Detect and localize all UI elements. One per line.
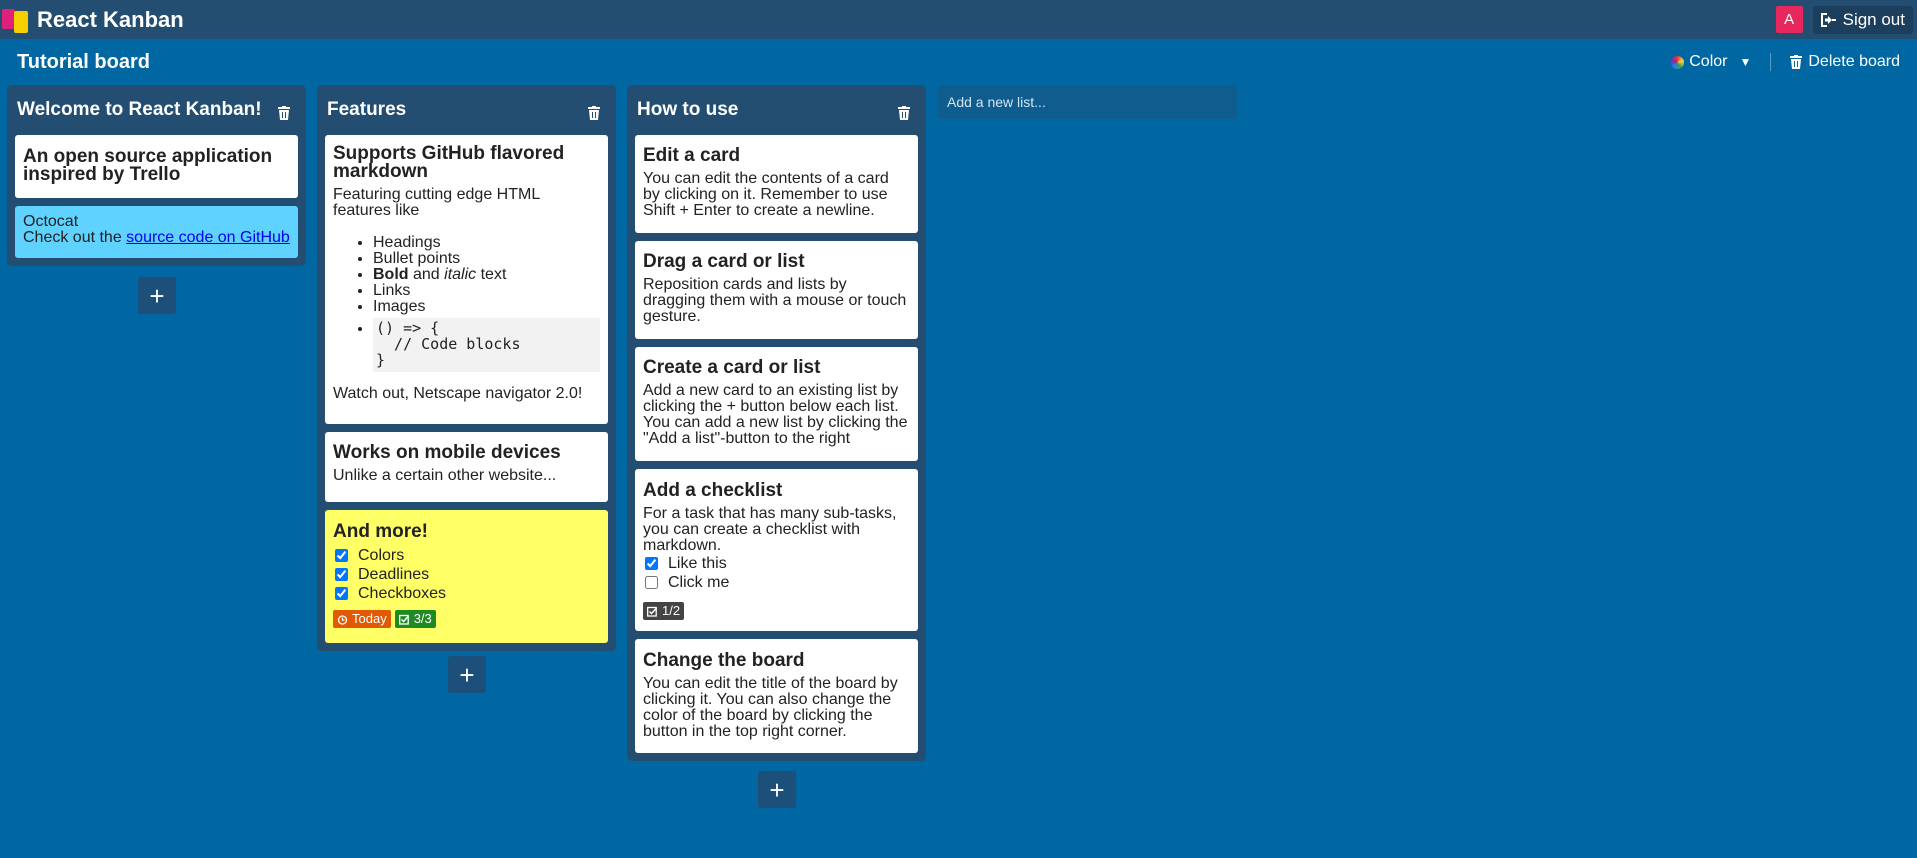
brand[interactable]: React Kanban <box>0 0 184 39</box>
italic-text: italic <box>444 266 477 283</box>
card[interactable]: And more! Colors Deadlines Checkboxes To… <box>325 510 608 643</box>
github-link[interactable]: source code on GitHub <box>126 229 290 246</box>
sign-out-label: Sign out <box>1842 9 1905 29</box>
checklist-label: Colors <box>358 546 405 564</box>
card-text: You can edit the contents of a card by c… <box>643 170 889 219</box>
card-title: Works on mobile devices <box>333 442 561 463</box>
checklist-label: Click me <box>668 573 730 591</box>
card-text: Add a new card to an existing list by cl… <box>643 382 908 447</box>
delete-board-label: Delete board <box>1808 53 1900 70</box>
list-title[interactable]: Features <box>327 99 406 121</box>
progress-label: 3/3 <box>413 611 432 626</box>
trash-icon <box>1790 55 1803 69</box>
card-text: Unlike a certain other website... <box>333 467 557 484</box>
list-item: Images <box>373 299 600 315</box>
checkbox[interactable] <box>335 549 348 562</box>
card-text: You can edit the title of the board by c… <box>643 675 898 740</box>
divider <box>1770 53 1772 71</box>
card-title: Change the board <box>643 650 805 671</box>
list-welcome[interactable]: Welcome to React Kanban! An open source … <box>7 85 306 266</box>
due-date-badge: Today <box>333 610 391 628</box>
color-wheel-icon <box>1671 55 1685 69</box>
checkbox-icon <box>647 606 658 617</box>
delete-list-icon[interactable] <box>896 105 912 121</box>
checklist-item[interactable]: Like this <box>643 554 910 573</box>
checkbox[interactable] <box>645 557 658 570</box>
progress-label: 1/2 <box>662 603 681 618</box>
app-title[interactable]: React Kanban <box>37 7 184 33</box>
card[interactable]: Supports GitHub flavored markdown Featur… <box>325 135 608 424</box>
checklist-progress-badge: 3/3 <box>394 610 436 628</box>
board-header: Tutorial board Color ▼ Delete board <box>0 39 1917 85</box>
card-title: Add a checklist <box>643 480 783 501</box>
list-features[interactable]: Features Supports GitHub flavored markdo… <box>317 85 616 651</box>
top-bar: React Kanban A Sign out <box>0 0 1917 39</box>
card-title: An open source application inspired by T… <box>23 146 273 185</box>
checklist-progress-badge: 1/2 <box>643 602 685 620</box>
delete-board-button[interactable]: Delete board <box>1790 53 1900 71</box>
octocat-image: Octocat <box>23 213 79 230</box>
due-date-label: Today <box>352 611 387 626</box>
checklist-item[interactable]: Deadlines <box>333 565 600 584</box>
card[interactable]: Add a checklist For a task that has many… <box>635 469 918 631</box>
user-avatar[interactable]: A <box>1775 6 1803 33</box>
card-title: And more! <box>333 521 428 542</box>
card[interactable]: Change the board You can edit the title … <box>635 639 918 753</box>
add-card-button[interactable]: + <box>448 656 486 693</box>
list-item: Headings <box>373 235 600 251</box>
list-how-to-use[interactable]: How to use Edit a card You can edit the … <box>627 85 926 761</box>
add-new-list-input[interactable]: Add a new list... <box>938 85 1237 119</box>
list-item: Bullet points <box>373 251 600 267</box>
checklist-label: Like this <box>668 554 727 572</box>
card-title: Edit a card <box>643 145 741 166</box>
list-item: () => { // Code blocks } <box>373 318 600 372</box>
checklist-label: Deadlines <box>358 565 430 583</box>
app-logo-icon <box>2 6 29 33</box>
card-footer-text: Watch out, Netscape navigator 2.0! <box>333 385 583 402</box>
checklist-item[interactable]: Colors <box>333 546 600 565</box>
delete-list-icon[interactable] <box>276 105 292 121</box>
sign-out-button[interactable]: Sign out <box>1812 5 1913 34</box>
board-color-label: Color <box>1689 53 1728 70</box>
checklist-label: Checkboxes <box>358 584 447 602</box>
card-text: Featuring cutting edge HTML features lik… <box>333 186 540 219</box>
list-title[interactable]: Welcome to React Kanban! <box>17 99 262 121</box>
card[interactable]: Drag a card or list Reposition cards and… <box>635 241 918 339</box>
checkbox[interactable] <box>335 568 348 581</box>
bold-text: Bold <box>373 266 409 283</box>
card[interactable]: Create a card or list Add a new card to … <box>635 347 918 461</box>
sign-out-icon <box>1820 12 1836 27</box>
card-title: Drag a card or list <box>643 251 805 272</box>
checkbox[interactable] <box>335 587 348 600</box>
chevron-down-icon: ▼ <box>1739 55 1752 69</box>
bullet-list: Headings Bullet points Bold and italic t… <box>373 235 600 372</box>
board-color-button[interactable]: Color ▼ <box>1671 53 1751 71</box>
card-text: For a task that has many sub-tasks, you … <box>643 505 897 554</box>
code-block: () => { // Code blocks } <box>373 318 600 372</box>
alarm-clock-icon <box>337 614 348 625</box>
card[interactable]: Octocat Check out the source code on Git… <box>15 206 298 258</box>
list-title[interactable]: How to use <box>637 99 738 121</box>
card-text: Reposition cards and lists by dragging t… <box>643 276 907 325</box>
checklist-item[interactable]: Checkboxes <box>333 584 600 603</box>
delete-list-icon[interactable] <box>586 105 602 121</box>
list-item: Bold and italic text <box>373 267 600 283</box>
card[interactable]: An open source application inspired by T… <box>15 135 298 198</box>
card-title: Create a card or list <box>643 357 821 378</box>
checkbox[interactable] <box>645 576 658 589</box>
card[interactable]: Edit a card You can edit the contents of… <box>635 135 918 233</box>
plain-text: text <box>476 266 507 283</box>
checklist-item[interactable]: Click me <box>643 573 910 592</box>
add-card-button[interactable]: + <box>758 771 796 808</box>
checkbox-icon <box>398 614 409 625</box>
card-title: Supports GitHub flavored markdown <box>333 143 565 182</box>
add-card-button[interactable]: + <box>138 277 176 314</box>
list-item: Links <box>373 283 600 299</box>
board-title[interactable]: Tutorial board <box>17 51 150 74</box>
plain-text: and <box>408 266 445 283</box>
card-text: Check out the <box>23 229 127 246</box>
card[interactable]: Works on mobile devices Unlike a certain… <box>325 432 608 502</box>
